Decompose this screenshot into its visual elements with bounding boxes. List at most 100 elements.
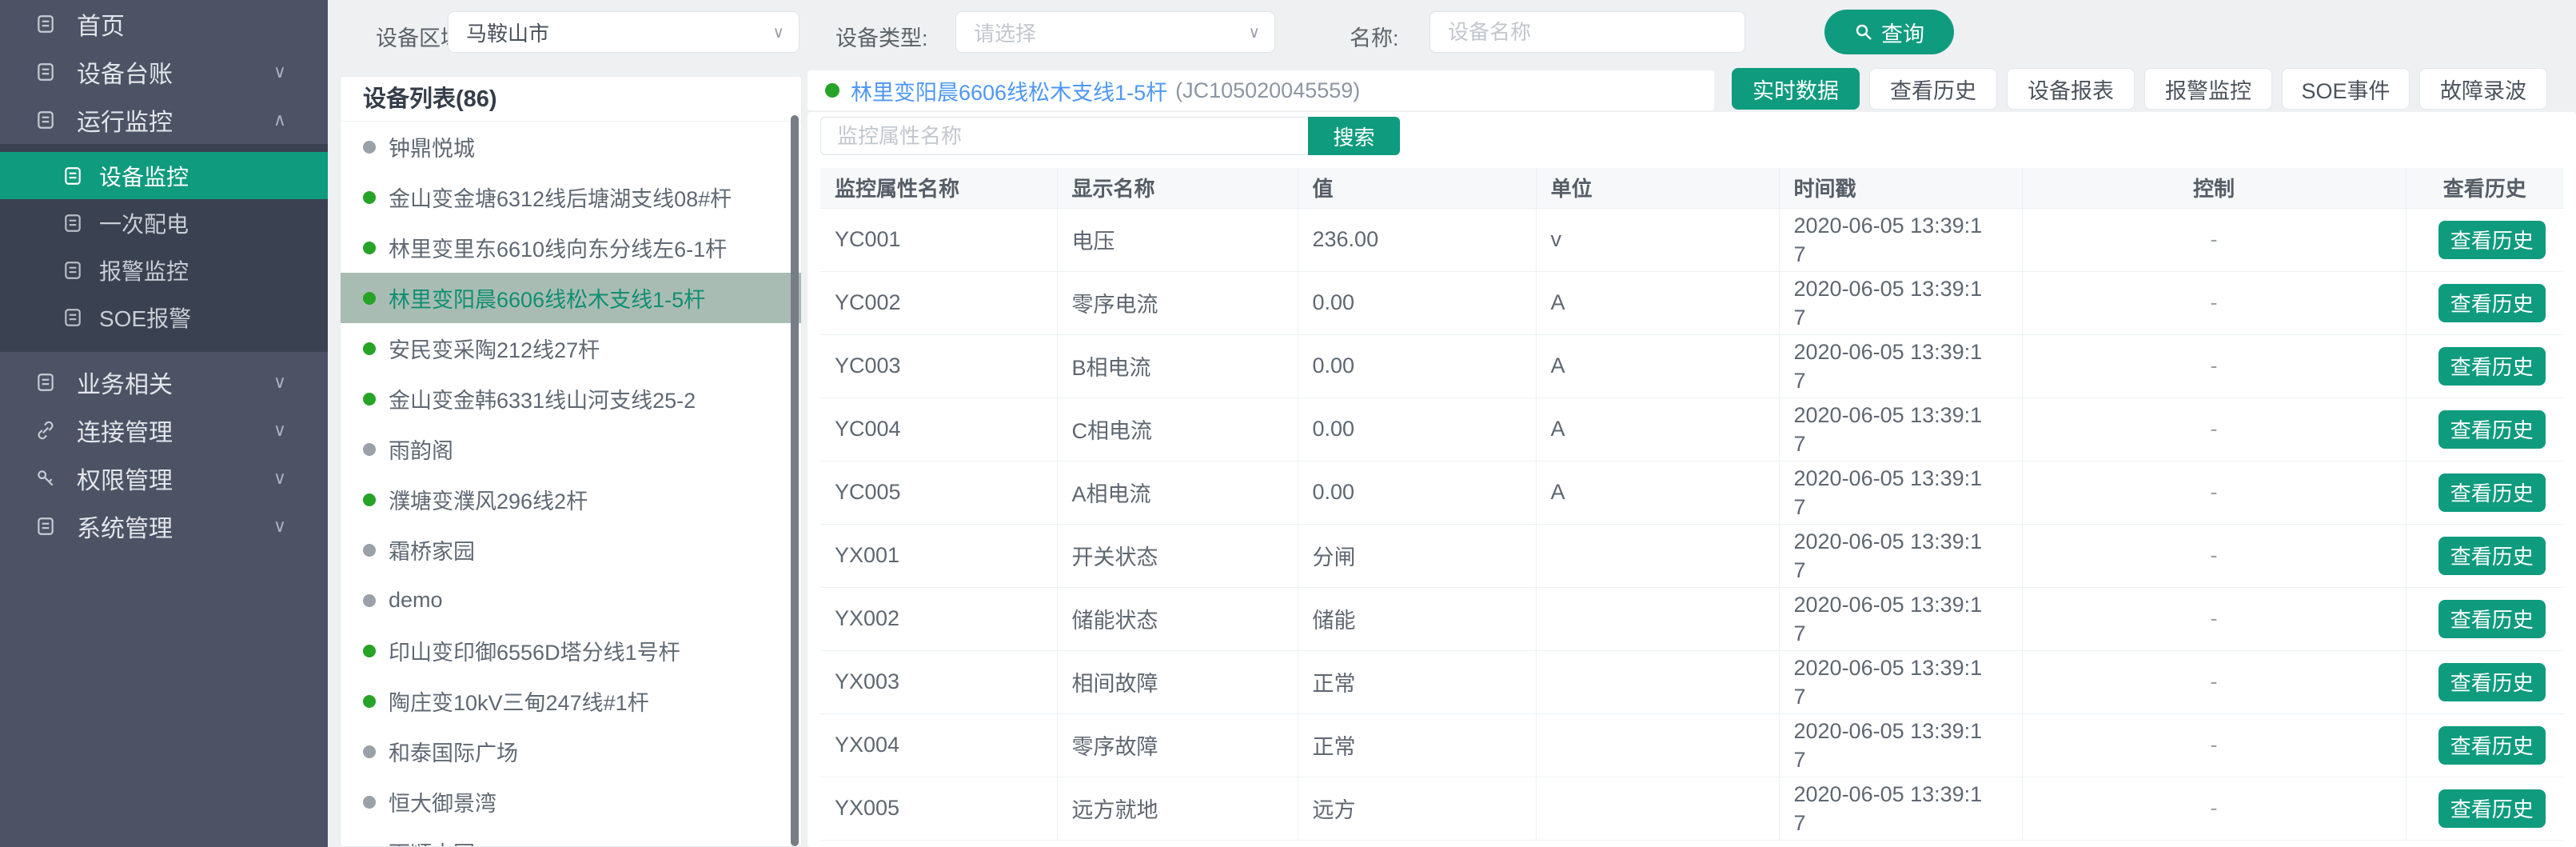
device-list-item[interactable]: 印山变印御6556D塔分线1号杆 (341, 625, 801, 676)
view-history-button[interactable]: 查看历史 (2438, 284, 2546, 322)
selected-device-name[interactable]: 林里变阳晨6606线松木支线1-5杆 (851, 75, 1167, 106)
tab-查看历史[interactable]: 查看历史 (1869, 68, 1997, 110)
cell-value: 分闸 (1298, 524, 1536, 587)
monitor-icon (35, 108, 59, 132)
sidebar-item-device-monitor[interactable]: 设备监控 (0, 152, 328, 199)
device-list-item[interactable]: 林里变里东6610线向东分线左6-1杆 (341, 222, 801, 273)
device-list-item[interactable]: 霜桥家园 (341, 525, 801, 575)
ledger-icon (35, 60, 59, 84)
table-body: YC001电压236.00v2020-06-05 13:39:17-查看历史YC… (820, 208, 2563, 840)
device-list-item[interactable]: 钟鼎悦城 (341, 122, 801, 172)
cell-value: 远方 (1298, 777, 1536, 840)
device-list-title: 设备列表(86) (341, 77, 801, 122)
offline-dot-icon (363, 544, 376, 557)
name-input[interactable] (1448, 20, 1715, 45)
cell-attr-name: YC004 (820, 398, 1057, 461)
cell-timestamp: 2020-06-05 13:39:17 (1779, 461, 2022, 524)
cell-timestamp: 2020-06-05 13:39:17 (1779, 587, 2022, 650)
cell-control: - (2022, 524, 2406, 587)
device-item-name: 雨韵阁 (389, 433, 453, 465)
tab-SOE事件[interactable]: SOE事件 (2282, 68, 2410, 110)
type-select[interactable]: 请选择 ∨ (955, 11, 1275, 53)
view-history-button[interactable]: 查看历史 (2438, 221, 2546, 259)
home-icon (35, 12, 59, 36)
device-list-item[interactable]: 和泰国际广场 (341, 726, 801, 777)
sidebar-item-business[interactable]: 业务相关∨ (0, 358, 328, 406)
timestamp-text: 2020-06-05 13:39:17 (1794, 338, 1994, 395)
table-row: YC005A相电流0.00A2020-06-05 13:39:17-查看历史 (820, 461, 2563, 524)
device-list-item[interactable]: demo (341, 575, 801, 625)
table-row: YX001开关状态分闸2020-06-05 13:39:17-查看历史 (820, 524, 2563, 587)
sidebar-item-label: 设备台账 (77, 54, 173, 90)
sidebar-item-label: 报警监控 (99, 254, 189, 286)
cell-control: - (2022, 587, 2406, 650)
sidebar-item-permission[interactable]: 权限管理∨ (0, 454, 328, 502)
cell-control: - (2022, 777, 2406, 840)
view-history-button[interactable]: 查看历史 (2438, 410, 2546, 449)
view-history-button[interactable]: 查看历史 (2438, 537, 2546, 575)
device-list-item[interactable]: 林里变阳晨6606线松木支线1-5杆 (341, 273, 801, 323)
view-history-button[interactable]: 查看历史 (2438, 663, 2546, 701)
tab-报警监控[interactable]: 报警监控 (2144, 68, 2272, 110)
device-item-name: 霜桥家园 (389, 534, 475, 565)
table-row: YC001电压236.00v2020-06-05 13:39:17-查看历史 (820, 208, 2563, 271)
sidebar-item-alarm-monitor[interactable]: 报警监控 (0, 246, 328, 294)
device-list-item[interactable]: 恒大御景湾 (341, 777, 801, 827)
device-list-item[interactable]: 安民变采陶212线27杆 (341, 323, 801, 374)
tab-设备报表[interactable]: 设备报表 (2007, 68, 2135, 110)
cell-timestamp: 2020-06-05 13:39:17 (1779, 713, 2022, 777)
device-list-item[interactable]: 金山变金韩6331线山河支线25-2 (341, 374, 801, 424)
device-item-name: 钟鼎悦城 (389, 131, 475, 162)
cell-unit (1536, 777, 1779, 840)
view-history-button[interactable]: 查看历史 (2438, 473, 2546, 512)
sidebar-item-primary-distribution[interactable]: 一次配电 (0, 199, 328, 246)
region-select[interactable]: 马鞍山市 ∨ (448, 11, 800, 53)
cell-display-name: 零序电流 (1057, 271, 1298, 334)
table-row: YC004C相电流0.00A2020-06-05 13:39:17-查看历史 (820, 398, 2563, 461)
sidebar-item-home[interactable]: 首页 (0, 0, 328, 48)
online-dot-icon (363, 292, 376, 305)
cell-timestamp: 2020-06-05 13:39:17 (1779, 650, 2022, 713)
cell-timestamp: 2020-06-05 13:39:17 (1779, 398, 2022, 461)
sidebar-item-soe-alarm[interactable]: SOE报警 (0, 294, 328, 341)
device-list-scrollbar[interactable] (791, 115, 799, 846)
attribute-search-button[interactable]: 搜索 (1308, 117, 1400, 155)
device-item-name: 陶庄变10kV三甸247线#1杆 (389, 685, 649, 717)
sidebar-item-connection[interactable]: 连接管理∨ (0, 406, 328, 454)
attribute-search-input[interactable] (820, 117, 1308, 155)
cell-attr-name: YC001 (820, 208, 1057, 271)
offline-dot-icon (363, 443, 376, 456)
sidebar-item-device-ledger[interactable]: 设备台账 ∨ (0, 48, 328, 96)
view-history-button[interactable]: 查看历史 (2438, 726, 2546, 765)
sidebar-item-system[interactable]: 系统管理∨ (0, 502, 328, 550)
tab-故障录波[interactable]: 故障录波 (2419, 68, 2547, 110)
cell-display-name: 相间故障 (1057, 650, 1298, 713)
offline-dot-icon (363, 594, 376, 607)
soe-icon (62, 306, 85, 329)
device-list-item[interactable]: 雨顺水园 (341, 827, 801, 847)
cell-display-name: B相电流 (1057, 334, 1298, 398)
col-header: 时间戳 (1779, 168, 2022, 208)
device-item-name: 恒大御景湾 (389, 786, 496, 817)
timestamp-text: 2020-06-05 13:39:17 (1794, 274, 1994, 332)
chevron-down-icon: ∨ (273, 62, 286, 82)
chevron-down-icon: ∨ (273, 372, 286, 393)
device-list-item[interactable]: 雨韵阁 (341, 424, 801, 474)
sidebar-item-operation-monitor[interactable]: 运行监控∧ (0, 96, 328, 144)
name-field-box (1430, 11, 1745, 53)
query-button[interactable]: 查询 (1824, 10, 1954, 54)
timestamp-text: 2020-06-05 13:39:17 (1794, 211, 1994, 269)
device-list-item[interactable]: 陶庄变10kV三甸247线#1杆 (341, 676, 801, 726)
view-history-button[interactable]: 查看历史 (2438, 347, 2546, 386)
device-list-item[interactable]: 濮塘变濮风296线2杆 (341, 474, 801, 525)
view-history-button[interactable]: 查看历史 (2438, 600, 2546, 638)
online-dot-icon (363, 342, 376, 355)
view-history-button[interactable]: 查看历史 (2438, 789, 2546, 828)
device-list-item[interactable]: 金山变金塘6312线后塘湖支线08#杆 (341, 172, 801, 222)
sidebar-item-label: 权限管理 (77, 461, 173, 496)
tab-实时数据[interactable]: 实时数据 (1732, 68, 1860, 110)
monitor-table: 监控属性名称显示名称值单位时间戳控制查看历史 YC001电压236.00v202… (820, 168, 2563, 841)
cell-view-history: 查看历史 (2406, 777, 2563, 840)
cell-attr-name: YX002 (820, 587, 1057, 650)
col-header: 值 (1298, 168, 1536, 208)
